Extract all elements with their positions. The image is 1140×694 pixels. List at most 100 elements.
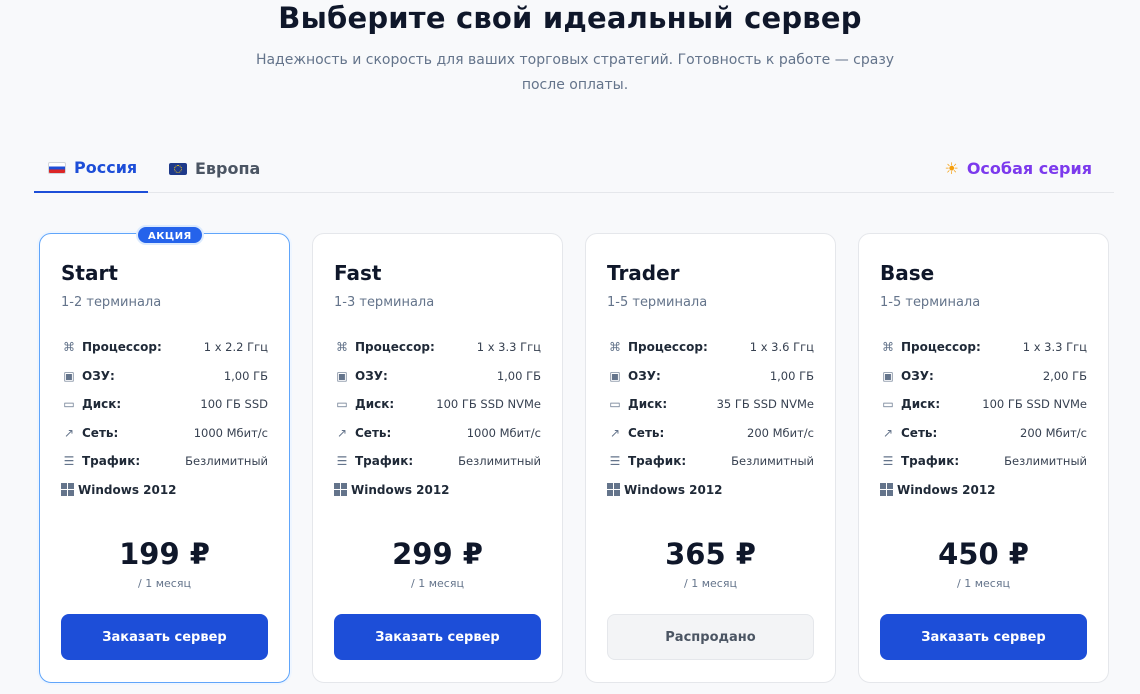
tab-special-series[interactable]: ☀ Особая серия [944,144,1092,193]
order-server-button[interactable]: Заказать сервер [880,614,1087,660]
cpu-icon: ⌘ [609,340,621,355]
spec-value: 1,00 ГБ [769,368,814,383]
external-link-icon: ↗ [609,425,621,440]
cpu-icon: ⌘ [336,340,348,355]
spec-row-ram: ▣ ОЗУ: 1,00 ГБ [61,362,268,391]
spec-value: Безлимитный [1004,454,1087,469]
os-row: Windows 2012 [607,476,814,504]
plan-card-fast: Fast 1-3 терминала ⌘ Процессор: 1 x 3.3 Г… [312,233,563,683]
page-title: Выберите свой идеальный сервер [278,1,862,35]
windows-icon [607,483,620,496]
order-server-button[interactable]: Заказать сервер [334,614,541,660]
plan-price: 199 ₽ [119,537,210,571]
spec-row-traffic: ☰ Трафик: Безлимитный [880,447,1087,476]
spec-label: Диск: [355,397,395,412]
spec-row-cpu: ⌘ Процессор: 1 x 3.6 Ггц [607,333,814,362]
tab-russia-label: Россия [74,158,138,177]
spec-label: Диск: [901,397,941,412]
promo-badge: АКЦИЯ [136,225,204,245]
tab-europe-label: Европа [195,159,261,178]
tab-special-label: Особая серия [966,159,1092,178]
tab-europe[interactable]: Европа [169,144,260,193]
os-label: Windows 2012 [624,482,723,497]
spec-value: 200 Мбит/с [747,425,814,440]
plan-card-base: Base 1-5 терминала ⌘ Процессор: 1 x 3.3 Г… [858,233,1109,683]
plan-period: / 1 месяц [684,577,737,590]
plan-period: / 1 месяц [957,577,1010,590]
os-row: Windows 2012 [334,476,541,504]
spec-value: 100 ГБ SSD NVMe [436,397,541,412]
plan-price: 365 ₽ [665,537,756,571]
plan-price: 299 ₽ [392,537,483,571]
spec-value: 35 ГБ SSD NVMe [716,397,814,412]
memory-icon: ▣ [882,368,894,383]
sliders-icon: ☰ [609,454,621,469]
plan-period: / 1 месяц [138,577,191,590]
spec-value: Безлимитный [185,454,268,469]
plan-period: / 1 месяц [411,577,464,590]
plan-name: Trader [607,261,680,285]
sold-out-button[interactable]: Распродано [607,614,814,660]
plan-terminals: 1-5 терминала [607,295,708,310]
memory-icon: ▣ [63,368,75,383]
spec-label: Трафик: [355,454,414,469]
spec-label: Диск: [82,397,122,412]
windows-icon [61,483,74,496]
spec-value: Безлимитный [731,454,814,469]
spec-row-disk: ▭ Диск: 35 ГБ SSD NVMe [607,390,814,419]
sliders-icon: ☰ [882,454,894,469]
os-label: Windows 2012 [351,482,450,497]
tab-russia[interactable]: Россия [34,144,148,193]
spec-row-ram: ▣ ОЗУ: 1,00 ГБ [334,362,541,391]
spec-value: 100 ГБ SSD [200,397,268,412]
plan-terminals: 1-2 терминала [61,295,162,310]
plan-terminals: 1-3 терминала [334,295,435,310]
spec-row-disk: ▭ Диск: 100 ГБ SSD [61,390,268,419]
spec-value: 1000 Мбит/с [466,425,541,440]
spec-row-disk: ▭ Диск: 100 ГБ SSD NVMe [334,390,541,419]
spec-row-traffic: ☰ Трафик: Безлимитный [61,447,268,476]
windows-icon [880,483,893,496]
spec-value: 1,00 ГБ [223,368,268,383]
spec-label: ОЗУ: [628,368,661,383]
os-row: Windows 2012 [61,476,268,504]
cpu-icon: ⌘ [63,340,75,355]
sun-icon: ☀ [944,159,959,178]
spec-value: 1 x 3.3 Ггц [476,340,541,355]
plan-name: Base [880,261,935,285]
spec-value: 2,00 ГБ [1042,368,1087,383]
order-server-button[interactable]: Заказать сервер [61,614,268,660]
plan-card-start: АКЦИЯ Start 1-2 терминала ⌘ Процессор: 1 x… [39,225,290,683]
external-link-icon: ↗ [882,425,894,440]
sliders-icon: ☰ [336,454,348,469]
spec-value: 1,00 ГБ [496,368,541,383]
external-link-icon: ↗ [336,425,348,440]
spec-label: Процессор: [901,340,981,355]
plan-price: 450 ₽ [938,537,1029,571]
plan-name: Fast [334,261,382,285]
spec-row-net: ↗ Сеть: 1000 Мбит/с [334,419,541,448]
spec-row-ram: ▣ ОЗУ: 1,00 ГБ [607,362,814,391]
spec-row-net: ↗ Сеть: 200 Мбит/с [607,419,814,448]
spec-row-ram: ▣ ОЗУ: 2,00 ГБ [880,362,1087,391]
spec-label: Диск: [628,397,668,412]
folder-icon: ▭ [63,397,75,412]
spec-row-net: ↗ Сеть: 200 Мбит/с [880,419,1087,448]
os-label: Windows 2012 [897,482,996,497]
folder-icon: ▭ [336,397,348,412]
plan-name: Start [61,261,118,285]
spec-row-traffic: ☰ Трафик: Безлимитный [334,447,541,476]
spec-label: Трафик: [82,454,141,469]
plan-specs: ⌘ Процессор: 1 x 3.3 Ггц ▣ ОЗУ: 1,00 ГБ … [334,333,541,504]
spec-row-cpu: ⌘ Процессор: 1 x 3.3 Ггц [880,333,1087,362]
plan-specs: ⌘ Процессор: 1 x 2.2 Ггц ▣ ОЗУ: 1,00 ГБ … [61,333,268,504]
spec-label: Процессор: [82,340,162,355]
os-row: Windows 2012 [880,476,1087,504]
page-subtitle: Надежность и скорость для ваших торговых… [255,52,895,93]
spec-label: Процессор: [355,340,435,355]
external-link-icon: ↗ [63,425,75,440]
sliders-icon: ☰ [63,454,75,469]
eu-flag-icon [169,162,187,175]
plan-terminals: 1-5 терминала [880,295,981,310]
spec-label: Процессор: [628,340,708,355]
